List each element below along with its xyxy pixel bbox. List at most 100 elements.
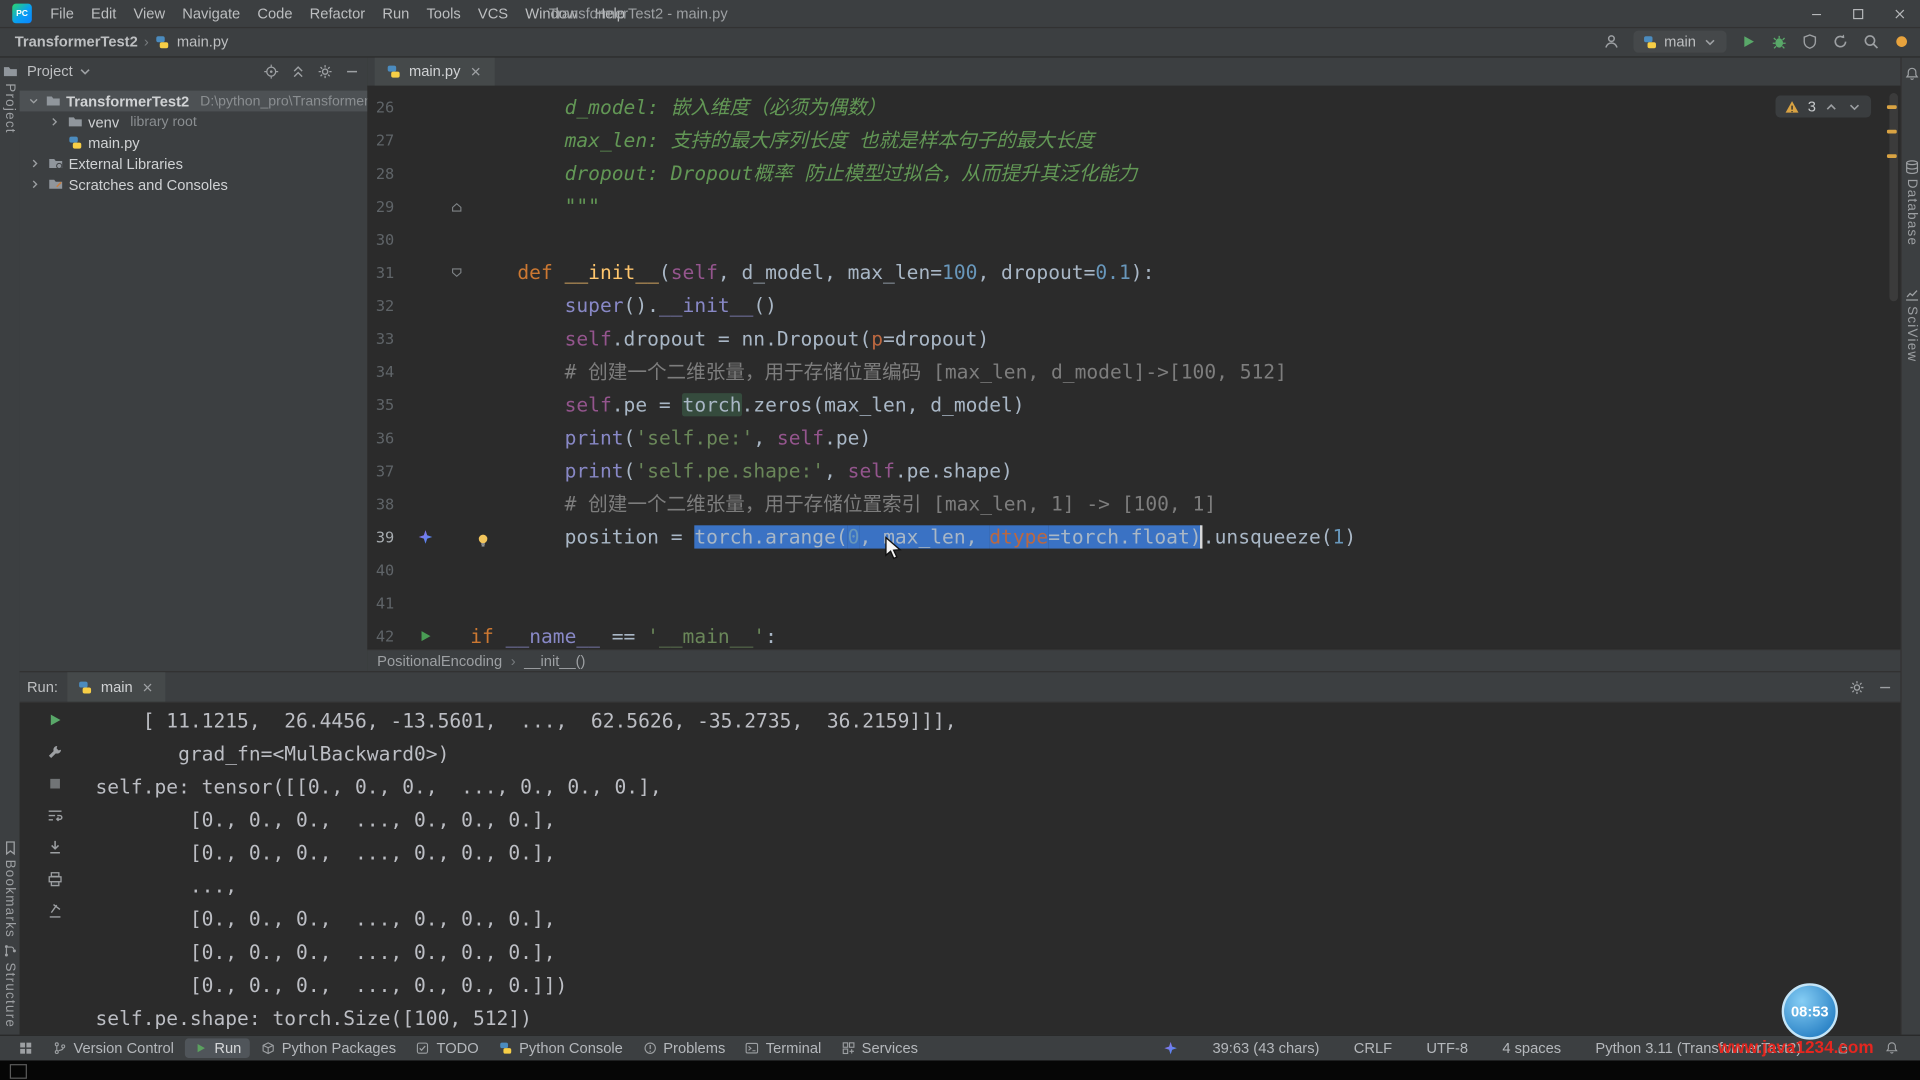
- ai-star-icon[interactable]: [407, 520, 444, 553]
- code-line[interactable]: 40: [367, 553, 1900, 586]
- code-line[interactable]: 31 def __init__(self, d_model, max_len=1…: [367, 256, 1900, 289]
- line-number[interactable]: 26: [367, 91, 406, 124]
- line-number[interactable]: 34: [367, 355, 406, 388]
- menu-navigate[interactable]: Navigate: [174, 0, 249, 27]
- tool-button-sciview[interactable]: SciView: [1902, 287, 1920, 363]
- tree-item-venv[interactable]: venvlibrary root: [20, 111, 368, 132]
- fold-marker-icon[interactable]: [443, 190, 470, 223]
- chevron-down-icon[interactable]: [78, 63, 94, 79]
- clear-button[interactable]: [42, 900, 69, 921]
- tab-close-icon[interactable]: [468, 63, 484, 79]
- minimize-button[interactable]: [1795, 0, 1837, 27]
- record-icon[interactable]: [1893, 33, 1910, 50]
- coverage-icon[interactable]: [1801, 33, 1818, 50]
- status-item-python-packages[interactable]: Python Packages: [252, 1038, 404, 1058]
- line-number[interactable]: 27: [367, 124, 406, 157]
- line-number[interactable]: 32: [367, 289, 406, 322]
- line-number[interactable]: 31: [367, 256, 406, 289]
- editor-scrollbar[interactable]: [1889, 93, 1898, 301]
- breadcrumb-file[interactable]: main.py: [177, 33, 228, 50]
- ai-star-button[interactable]: [1155, 1040, 1187, 1057]
- status-item-python-console[interactable]: Python Console: [490, 1038, 632, 1058]
- chevron-down-icon[interactable]: [27, 94, 40, 107]
- code-line[interactable]: 29 """: [367, 190, 1900, 223]
- status-item-4-spaces[interactable]: 4 spaces: [1494, 1038, 1570, 1058]
- settings-icon[interactable]: [1849, 679, 1865, 695]
- code-line[interactable]: 34 # 创建一个二维张量，用于存储位置编码 [max_len, d_model…: [367, 355, 1900, 388]
- tree-item-scratches-and-consoles[interactable]: Scratches and Consoles: [20, 174, 368, 195]
- softwrap-button[interactable]: [42, 804, 69, 825]
- project-panel-title[interactable]: Project: [27, 62, 73, 79]
- menu-file[interactable]: File: [42, 0, 83, 27]
- search-icon[interactable]: [1862, 33, 1879, 50]
- code-line[interactable]: 35 self.pe = torch.zeros(max_len, d_mode…: [367, 388, 1900, 421]
- chevron-right-icon[interactable]: [27, 157, 43, 170]
- tab-main-py[interactable]: main.py: [375, 56, 495, 85]
- code-line[interactable]: 28 dropout: Dropout概率 防止模型过拟合，从而提升其泛化能力: [367, 157, 1900, 190]
- menu-view[interactable]: View: [125, 0, 174, 27]
- collapse-all-icon[interactable]: [290, 63, 306, 79]
- status-item-version-control[interactable]: Version Control: [44, 1038, 182, 1058]
- menu-refactor[interactable]: Refactor: [301, 0, 374, 27]
- run-tab-main[interactable]: main: [68, 672, 166, 701]
- status-item-terminal[interactable]: Terminal: [736, 1038, 830, 1058]
- debug-icon[interactable]: [1771, 33, 1788, 50]
- bell-button[interactable]: [1876, 1040, 1908, 1057]
- chevron-up-icon[interactable]: [1823, 99, 1839, 115]
- breadcrumb-project[interactable]: TransformerTest2: [15, 33, 138, 50]
- line-number[interactable]: 36: [367, 421, 406, 454]
- run-line-icon[interactable]: [407, 620, 444, 649]
- line-number[interactable]: 38: [367, 487, 406, 520]
- code-line[interactable]: 36 print('self.pe:', self.pe): [367, 421, 1900, 454]
- hide-icon[interactable]: [1877, 679, 1893, 695]
- code-line[interactable]: 33 self.dropout = nn.Dropout(p=dropout): [367, 322, 1900, 355]
- line-number[interactable]: 33: [367, 322, 406, 355]
- update-icon[interactable]: [1832, 33, 1849, 50]
- code-line[interactable]: 39 position = torch.arange(0, max_len, d…: [367, 520, 1900, 553]
- status-item-crlf[interactable]: CRLF: [1345, 1038, 1401, 1058]
- line-number[interactable]: 29: [367, 190, 406, 223]
- code-editor[interactable]: 26 d_model: 嵌入维度（必须为偶数）27 max_len: 支持的最大…: [367, 86, 1900, 649]
- menu-edit[interactable]: Edit: [82, 0, 124, 27]
- tree-item-main-py[interactable]: main.py: [20, 132, 368, 153]
- breadcrumb-method[interactable]: __init__(): [524, 652, 585, 669]
- stop-button[interactable]: [42, 773, 69, 794]
- code-line[interactable]: 42if __name__ == '__main__':: [367, 620, 1900, 649]
- settings-icon[interactable]: [317, 63, 333, 79]
- status-item-services[interactable]: Services: [832, 1038, 926, 1058]
- user-icon[interactable]: [1603, 33, 1620, 50]
- status-item-39-63-43-chars[interactable]: 39:63 (43 chars): [1204, 1038, 1328, 1058]
- locate-icon[interactable]: [263, 63, 279, 79]
- tool-grid-button[interactable]: [10, 1040, 42, 1057]
- line-number[interactable]: 35: [367, 388, 406, 421]
- inspections-widget[interactable]: 3: [1776, 96, 1871, 118]
- menu-code[interactable]: Code: [249, 0, 301, 27]
- chevron-right-icon[interactable]: [47, 115, 63, 128]
- tree-item-external-libraries[interactable]: External Libraries: [20, 153, 368, 174]
- status-item-problems[interactable]: Problems: [634, 1038, 734, 1058]
- hide-icon[interactable]: [344, 63, 360, 79]
- breadcrumb-class[interactable]: PositionalEncoding: [377, 652, 502, 669]
- chevron-right-icon[interactable]: [27, 178, 43, 191]
- line-number[interactable]: 40: [367, 553, 406, 586]
- menu-run[interactable]: Run: [374, 0, 418, 27]
- code-line[interactable]: 30: [367, 223, 1900, 256]
- line-number[interactable]: 42: [367, 620, 406, 649]
- tool-button-bell[interactable]: [1902, 66, 1920, 82]
- status-item-run[interactable]: Run: [185, 1038, 250, 1058]
- maximize-button[interactable]: [1837, 0, 1879, 27]
- code-line[interactable]: 38 # 创建一个二维张量，用于存储位置索引 [max_len, 1] -> […: [367, 487, 1900, 520]
- tool-button-bookmarks[interactable]: Bookmarks: [0, 840, 20, 938]
- run-config-selector[interactable]: main: [1633, 31, 1726, 53]
- scrollend-button[interactable]: [42, 836, 69, 857]
- tool-button-project[interactable]: Project: [0, 64, 20, 134]
- status-item-todo[interactable]: TODO: [407, 1038, 487, 1058]
- settings-wrench-button[interactable]: [42, 741, 69, 762]
- code-line[interactable]: 41: [367, 587, 1900, 620]
- status-item-utf-8[interactable]: UTF-8: [1418, 1038, 1477, 1058]
- tab-close-icon[interactable]: [140, 679, 156, 695]
- tool-button-database[interactable]: Database: [1902, 159, 1920, 246]
- rerun-button[interactable]: [42, 709, 69, 730]
- code-line[interactable]: 32 super().__init__(): [367, 289, 1900, 322]
- code-line[interactable]: 37 print('self.pe.shape:', self.pe.shape…: [367, 454, 1900, 487]
